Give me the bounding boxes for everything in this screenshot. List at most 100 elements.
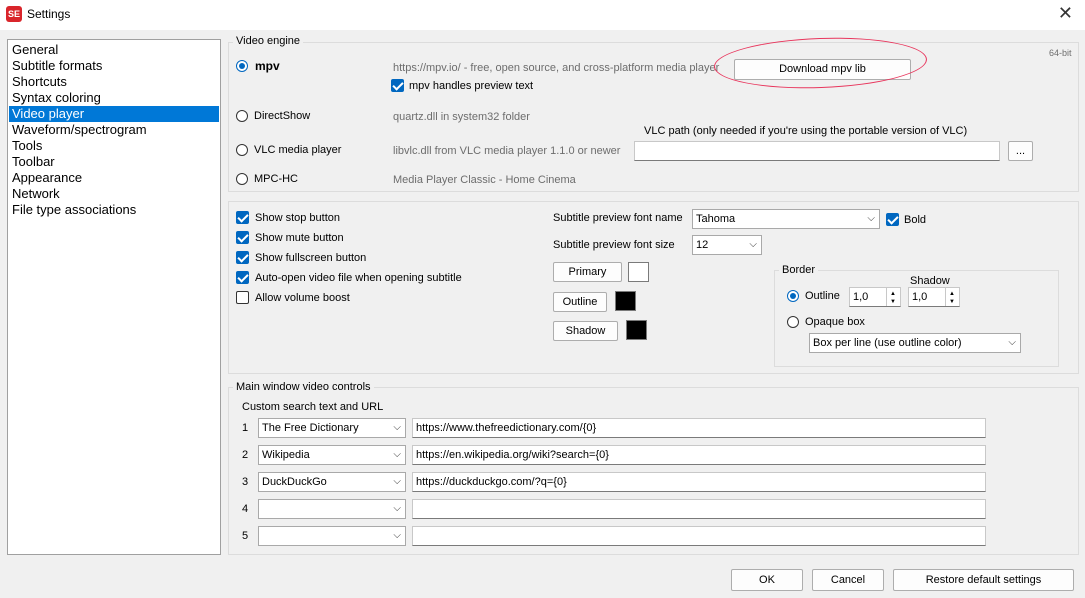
shadow-color-button[interactable]: Shadow	[553, 321, 618, 341]
nav-item-syntax-coloring[interactable]: Syntax coloring	[9, 90, 219, 106]
title-bar	[0, 0, 1085, 30]
restore-defaults-button[interactable]: Restore default settings	[893, 569, 1074, 591]
auto-open-checkbox[interactable]	[236, 271, 249, 284]
chevron-down-icon: ⌵	[393, 422, 401, 433]
nav-item-waveform[interactable]: Waveform/spectrogram	[9, 122, 219, 138]
chevron-down-icon: ⌵	[1008, 337, 1016, 348]
chevron-down-icon: ⌵	[393, 476, 401, 487]
row-number: 5	[242, 530, 249, 542]
vlc-description: libvlc.dll from VLC media player 1.1.0 o…	[393, 145, 621, 157]
nav-item-file-type-associations[interactable]: File type associations	[9, 202, 219, 218]
spinner-arrows-icon[interactable]: ▲ ▼	[945, 288, 959, 306]
search-engine-select-5[interactable]: ⌵	[258, 526, 406, 546]
chevron-down-icon: ⌵	[393, 530, 401, 541]
opaque-box-label: Opaque box	[805, 316, 865, 328]
search-engine-select-3[interactable]: DuckDuckGo ⌵	[258, 472, 406, 492]
nav-item-subtitle-formats[interactable]: Subtitle formats	[9, 58, 219, 74]
search-url-input-4[interactable]	[412, 499, 986, 519]
chevron-down-icon: ⌵	[393, 449, 401, 460]
mpchc-radio[interactable]	[236, 173, 248, 185]
nav-item-network[interactable]: Network	[9, 186, 219, 202]
border-shadow-label: Shadow	[910, 275, 950, 287]
outline-color-button[interactable]: Outline	[553, 292, 607, 312]
row-number: 3	[242, 476, 249, 488]
mpchc-description: Media Player Classic - Home Cinema	[393, 174, 576, 186]
outline-radio-label: Outline	[805, 290, 840, 302]
search-engine-select-4[interactable]: ⌵	[258, 499, 406, 519]
opaque-box-radio[interactable]	[787, 316, 799, 328]
search-engine-select-1[interactable]: The Free Dictionary ⌵	[258, 418, 406, 438]
mpchc-label: MPC-HC	[254, 173, 298, 185]
outline-radio[interactable]	[787, 290, 799, 302]
chevron-down-icon: ⌵	[867, 213, 875, 224]
settings-nav-list: General Subtitle formats Shortcuts Synta…	[7, 39, 221, 555]
nav-item-appearance[interactable]: Appearance	[9, 170, 219, 186]
search-url-input-2[interactable]: https://en.wikipedia.org/wiki?search={0}	[412, 445, 986, 465]
shadow-width-spinner[interactable]: 1,0 ▲ ▼	[908, 287, 960, 307]
show-stop-label: Show stop button	[255, 212, 341, 224]
font-size-select[interactable]: 12 ⌵	[692, 235, 762, 255]
show-fullscreen-checkbox[interactable]	[236, 251, 249, 264]
show-mute-label: Show mute button	[255, 232, 344, 244]
show-mute-checkbox[interactable]	[236, 231, 249, 244]
outline-width-value: 1,0	[853, 291, 869, 303]
search-engine-value: The Free Dictionary	[262, 422, 359, 434]
vlc-radio[interactable]	[236, 144, 248, 156]
search-url-input-1[interactable]: https://www.thefreedictionary.com/{0}	[412, 418, 986, 438]
directshow-label: DirectShow	[254, 110, 311, 122]
volume-boost-checkbox[interactable]	[236, 291, 249, 304]
bitness-label: 64-bit	[1049, 48, 1072, 58]
font-name-select[interactable]: Tahoma ⌵	[692, 209, 880, 229]
nav-item-general[interactable]: General	[9, 42, 219, 58]
vlc-path-input[interactable]	[634, 141, 1000, 161]
bold-label: Bold	[904, 214, 927, 226]
shadow-width-value: 1,0	[912, 291, 928, 303]
mpv-description: https://mpv.io/ - free, open source, and…	[393, 62, 720, 74]
directshow-radio[interactable]	[236, 110, 248, 122]
ok-button[interactable]: OK	[731, 569, 803, 591]
directshow-description: quartz.dll in system32 folder	[393, 111, 530, 123]
bold-checkbox[interactable]	[886, 213, 899, 226]
search-engine-value: DuckDuckGo	[262, 476, 327, 488]
primary-color-button[interactable]: Primary	[553, 262, 622, 282]
nav-item-tools[interactable]: Tools	[9, 138, 219, 154]
nav-item-toolbar[interactable]: Toolbar	[9, 154, 219, 170]
show-stop-checkbox[interactable]	[236, 211, 249, 224]
row-number: 1	[242, 422, 249, 434]
chevron-down-icon: ⌵	[749, 239, 757, 250]
vlc-path-label: VLC path (only needed if you're using th…	[644, 125, 968, 137]
show-fullscreen-label: Show fullscreen button	[255, 252, 367, 264]
window-title: Settings	[27, 7, 71, 21]
search-url-input-5[interactable]	[412, 526, 986, 546]
font-size-value: 12	[696, 239, 709, 251]
border-title: Border	[779, 264, 819, 276]
main-controls-title: Main window video controls	[233, 381, 374, 393]
mpv-preview-checkbox[interactable]	[391, 79, 404, 92]
auto-open-label: Auto-open video file when opening subtit…	[255, 272, 462, 284]
mpv-radio[interactable]	[236, 60, 248, 72]
search-engine-value: Wikipedia	[262, 449, 310, 461]
nav-item-shortcuts[interactable]: Shortcuts	[9, 74, 219, 90]
mpv-preview-label: mpv handles preview text	[409, 80, 534, 92]
font-name-label: Subtitle preview font name	[553, 212, 683, 224]
app-icon: SE	[6, 6, 22, 22]
search-engine-select-2[interactable]: Wikipedia ⌵	[258, 445, 406, 465]
box-mode-select[interactable]: Box per line (use outline color) ⌵	[809, 333, 1021, 353]
search-url-input-3[interactable]: https://duckduckgo.com/?q={0}	[412, 472, 986, 492]
font-name-value: Tahoma	[696, 213, 736, 225]
primary-color-swatch[interactable]	[628, 262, 649, 282]
shadow-color-swatch[interactable]	[626, 320, 647, 340]
outline-color-swatch[interactable]	[615, 291, 636, 311]
spinner-arrows-icon[interactable]: ▲ ▼	[886, 288, 900, 306]
row-number: 2	[242, 449, 249, 461]
vlc-label: VLC media player	[254, 144, 342, 156]
chevron-down-icon: ⌵	[393, 503, 401, 514]
outline-width-spinner[interactable]: 1,0 ▲ ▼	[849, 287, 901, 307]
mpv-label: mpv	[255, 59, 280, 73]
cancel-button[interactable]: Cancel	[812, 569, 884, 591]
custom-search-label: Custom search text and URL	[242, 401, 384, 413]
vlc-browse-button[interactable]: ...	[1008, 141, 1033, 161]
box-mode-value: Box per line (use outline color)	[813, 337, 962, 349]
close-icon[interactable]: ✕	[1058, 3, 1073, 24]
nav-item-video-player[interactable]: Video player	[9, 106, 219, 122]
